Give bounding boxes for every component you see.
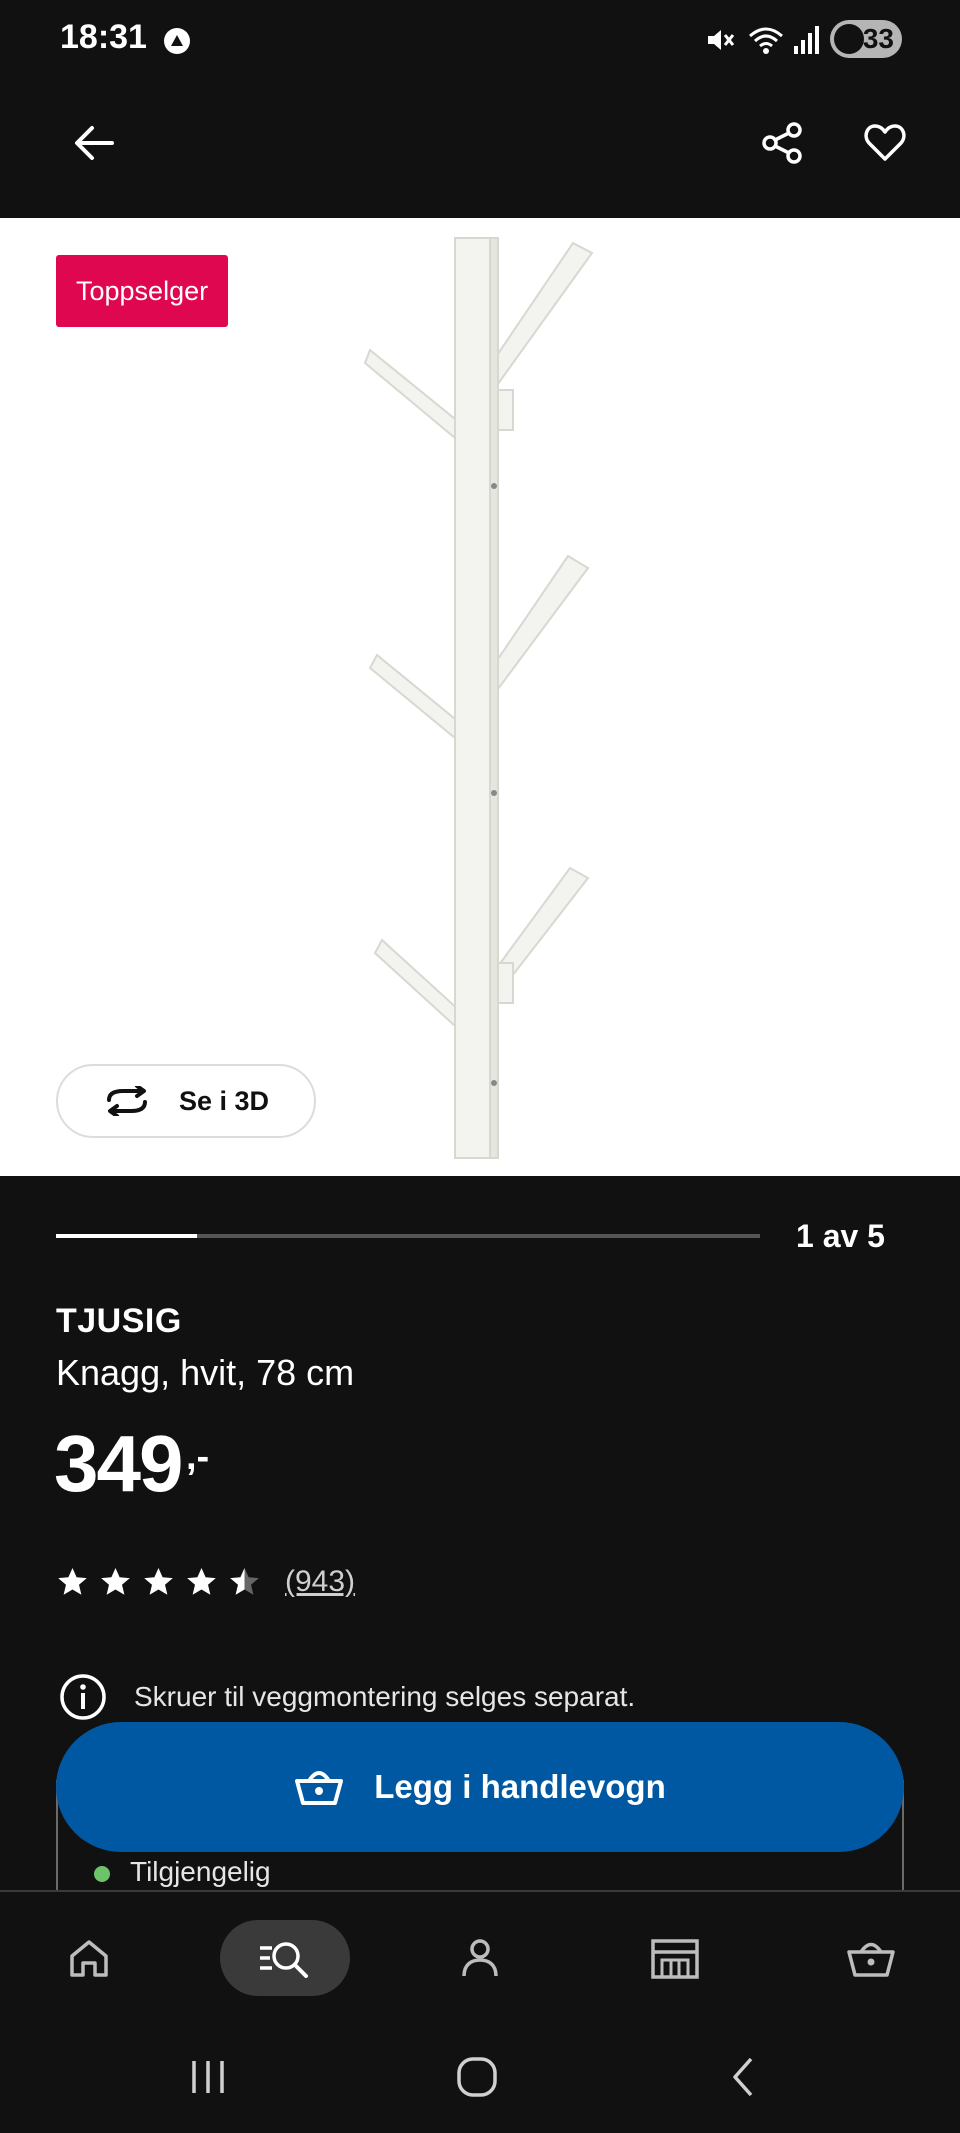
wifi-icon xyxy=(746,22,786,58)
status-bar: 18:31 33 xyxy=(0,0,960,80)
nav-stores[interactable] xyxy=(610,1920,740,1996)
star-full-icon xyxy=(99,1566,132,1599)
availability-text: Tilgjengelig xyxy=(130,1856,271,1887)
bottom-navigation xyxy=(0,1890,960,2020)
star-half-icon xyxy=(228,1566,261,1599)
heart-icon[interactable] xyxy=(845,103,925,183)
home-button-icon[interactable] xyxy=(437,2037,517,2117)
nav-basket[interactable] xyxy=(806,1920,936,1996)
basket-icon xyxy=(294,1767,344,1807)
product-name: TJUSIG xyxy=(56,1302,182,1340)
info-text: Skruer til veggmontering selges separat. xyxy=(134,1681,636,1712)
view-3d-button[interactable]: Se i 3D xyxy=(56,1064,316,1138)
search-icon xyxy=(258,1938,312,1978)
back-icon[interactable] xyxy=(705,2037,785,2117)
signal-icon xyxy=(790,22,824,58)
star-full-icon xyxy=(56,1566,89,1599)
battery-saver-icon xyxy=(834,24,864,54)
review-count-link[interactable]: (943) xyxy=(285,1565,355,1599)
system-navigation-bar xyxy=(0,2020,960,2133)
gallery-progress-text: 1 av 5 xyxy=(796,1218,885,1254)
basket-icon xyxy=(846,1937,896,1979)
price-suffix: ,- xyxy=(186,1436,210,1478)
rating-row[interactable]: (943) xyxy=(56,1565,355,1599)
store-icon xyxy=(650,1936,700,1980)
mounting-info: Skruer til veggmontering selges separat. xyxy=(58,1672,635,1722)
nav-profile[interactable] xyxy=(415,1920,545,1996)
product-description: Knagg, hvit, 78 cm xyxy=(56,1352,355,1393)
gallery-progress xyxy=(56,1234,760,1238)
add-to-cart-button[interactable]: Legg i handlevogn xyxy=(56,1722,904,1852)
share-icon[interactable] xyxy=(742,103,822,183)
battery-level: 33 xyxy=(862,23,894,54)
app-bar xyxy=(0,80,960,218)
nav-home[interactable] xyxy=(24,1920,154,1996)
top-seller-badge: Toppselger xyxy=(56,255,229,327)
mute-icon xyxy=(702,22,738,58)
gallery-progress-fill xyxy=(56,1234,197,1238)
recents-icon[interactable] xyxy=(168,2037,248,2117)
home-icon xyxy=(67,1936,111,1980)
product-price: 349 xyxy=(54,1419,183,1508)
rating-stars xyxy=(56,1566,261,1599)
view-3d-label: Se i 3D xyxy=(178,1085,270,1116)
product-image xyxy=(363,237,594,1159)
product-image-gallery[interactable]: Toppselger Se i 3D xyxy=(0,218,960,1176)
availability-status-dot xyxy=(94,1866,110,1882)
battery-icon: 33 xyxy=(830,20,902,58)
profile-icon xyxy=(458,1936,502,1980)
status-time: 18:31 xyxy=(60,18,147,56)
notification-app-icon xyxy=(160,24,194,58)
rotate-3d-icon xyxy=(103,1086,151,1116)
info-icon xyxy=(58,1672,108,1722)
nav-search[interactable] xyxy=(220,1920,350,1996)
star-full-icon xyxy=(142,1566,175,1599)
star-full-icon xyxy=(185,1566,218,1599)
back-arrow-icon[interactable] xyxy=(54,103,134,183)
add-to-cart-label: Legg i handlevogn xyxy=(374,1768,666,1805)
